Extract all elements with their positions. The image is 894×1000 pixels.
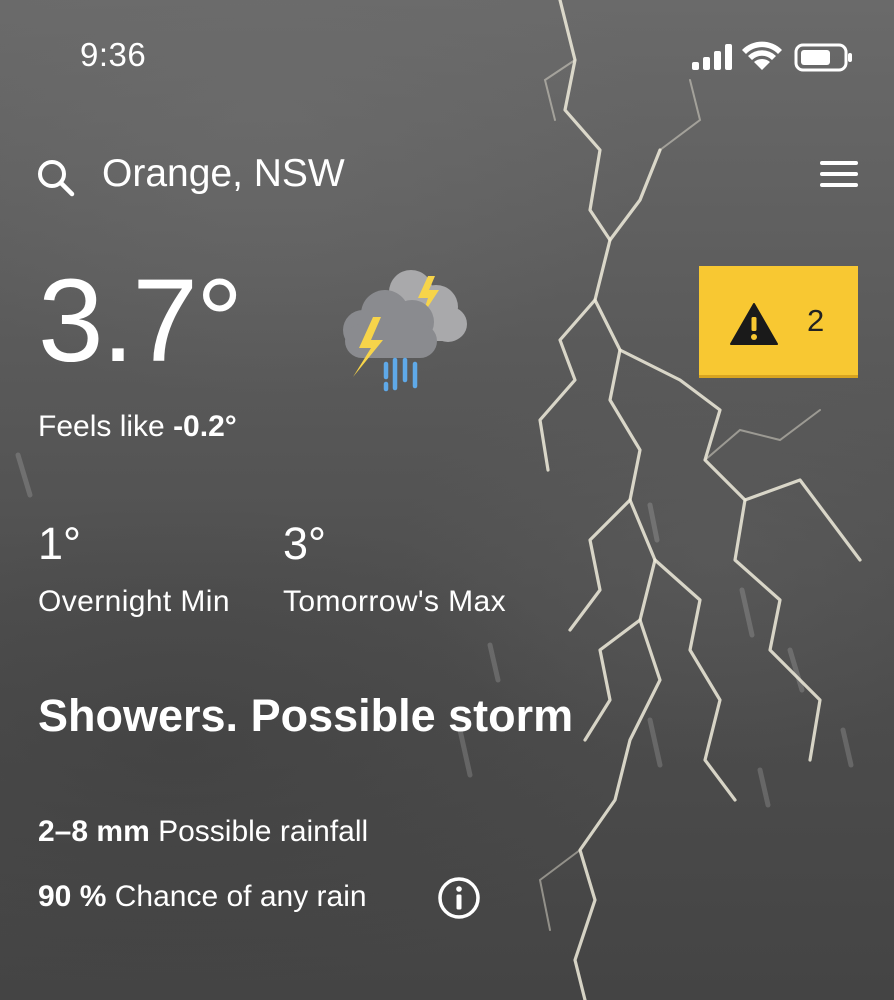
forecast-summary: Showers. Possible storm <box>38 690 574 741</box>
tomorrow-max-label: Tomorrow's Max <box>283 585 507 618</box>
current-temperature: 3.7° <box>38 255 243 387</box>
rainfall-amount-label: Possible rainfall <box>158 815 369 848</box>
rainfall-amount: 2–8 mm <box>38 815 150 848</box>
feels-like: Feels like -0.2° <box>38 410 237 444</box>
warning-triangle-icon <box>730 303 778 345</box>
wifi-icon <box>742 41 782 70</box>
rain-chance-label: Chance of any rain <box>114 880 367 913</box>
tomorrow-max-value: 3° <box>283 518 327 569</box>
location-name[interactable]: Orange, NSW <box>102 152 345 196</box>
warnings-count: 2 <box>807 303 825 338</box>
overnight-min-value: 1° <box>38 518 82 569</box>
info-icon[interactable] <box>437 876 481 920</box>
rain-chance: 90 % <box>38 880 107 913</box>
warnings-button[interactable]: 2 <box>699 266 858 378</box>
battery-icon <box>794 43 852 72</box>
feels-like-label: Feels like <box>38 410 165 443</box>
search-icon[interactable] <box>36 158 76 198</box>
menu-icon[interactable] <box>818 158 860 190</box>
status-bar-time: 9:36 <box>80 36 147 73</box>
status-bar-icons <box>692 41 852 72</box>
thunderstorm-showers-icon <box>343 270 467 392</box>
signal-icon <box>692 44 732 70</box>
feels-like-value: -0.2° <box>173 410 237 443</box>
rainfall-amount-row: 2–8 mm Possible rainfall <box>38 815 368 849</box>
overnight-min-label: Overnight Min <box>38 585 230 618</box>
rain-chance-row: 90 % Chance of any rain <box>38 880 367 914</box>
storm-background <box>15 0 862 1000</box>
